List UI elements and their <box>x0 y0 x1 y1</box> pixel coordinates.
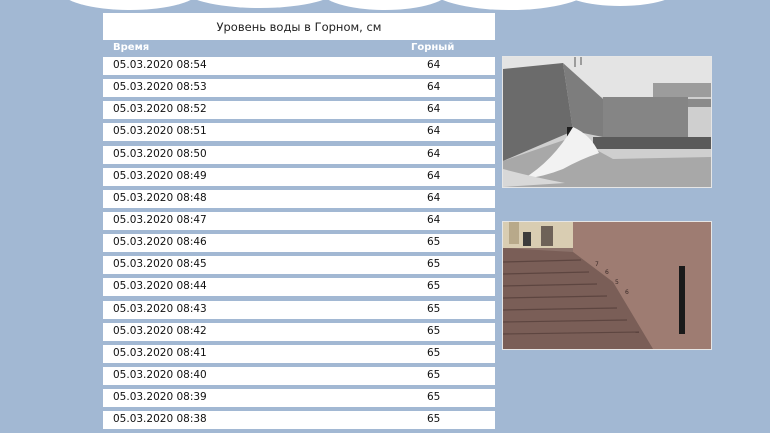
table-row: 05.03.2020 08:41 65 <box>103 344 495 363</box>
cloud-decoration <box>0 0 770 12</box>
table-row: 05.03.2020 08:49 64 <box>103 167 495 186</box>
cell-time: 05.03.2020 08:51 <box>113 125 207 138</box>
cell-time: 05.03.2020 08:54 <box>113 59 207 71</box>
svg-text:6: 6 <box>605 269 609 276</box>
cell-level: 65 <box>427 280 441 293</box>
cell-level: 65 <box>427 413 441 426</box>
cell-level: 64 <box>427 81 441 94</box>
table-row: 05.03.2020 08:43 65 <box>103 300 495 319</box>
cell-level: 65 <box>427 236 441 249</box>
table-title: Уровень воды в Горном, см <box>103 13 495 40</box>
cell-level: 64 <box>427 169 441 182</box>
embankment-photo-steps-image: 7 6 5 6 <box>503 222 711 349</box>
cell-time: 05.03.2020 08:49 <box>113 169 207 182</box>
cell-level: 64 <box>427 213 441 226</box>
table-row: 05.03.2020 08:40 65 <box>103 366 495 385</box>
cell-level: 64 <box>427 125 441 138</box>
column-header-level: Горный <box>411 42 455 53</box>
table-row: 05.03.2020 08:46 65 <box>103 234 495 253</box>
cell-time: 05.03.2020 08:46 <box>113 236 207 249</box>
table-body: 05.03.2020 08:54 64 05.03.2020 08:53 64 05.0… <box>103 57 495 433</box>
table-row: 05.03.2020 08:48 64 <box>103 189 495 208</box>
svg-text:5: 5 <box>615 279 619 286</box>
cell-time: 05.03.2020 08:50 <box>113 147 207 160</box>
cell-time: 05.03.2020 08:48 <box>113 191 207 204</box>
table-header: Время Горный <box>103 41 495 55</box>
table-row: 05.03.2020 08:42 65 <box>103 322 495 341</box>
svg-text:7: 7 <box>595 261 599 268</box>
cell-time: 05.03.2020 08:52 <box>113 103 207 116</box>
table-row: 05.03.2020 08:45 65 <box>103 256 495 275</box>
table-row: 05.03.2020 08:52 64 <box>103 101 495 120</box>
table-row: 05.03.2020 08:47 64 <box>103 211 495 230</box>
embankment-photo-steps: 7 6 5 6 <box>502 221 712 350</box>
embankment-photo-wave-image <box>503 57 711 187</box>
column-header-time: Время <box>113 42 150 53</box>
cell-level: 64 <box>427 59 441 71</box>
table-row: 05.03.2020 08:51 64 <box>103 123 495 142</box>
cell-level: 65 <box>427 368 441 381</box>
cell-level: 65 <box>427 391 441 404</box>
table-row: 05.03.2020 08:53 64 <box>103 79 495 98</box>
table-row: 05.03.2020 08:54 64 <box>103 57 495 75</box>
cell-level: 65 <box>427 324 441 337</box>
cell-level: 64 <box>427 147 441 160</box>
cell-time: 05.03.2020 08:53 <box>113 81 207 94</box>
cell-level: 65 <box>427 346 441 359</box>
cell-level: 64 <box>427 103 441 116</box>
embankment-photo-wave <box>502 56 712 188</box>
cell-time: 05.03.2020 08:43 <box>113 302 207 315</box>
cell-time: 05.03.2020 08:41 <box>113 346 207 359</box>
cell-time: 05.03.2020 08:47 <box>113 213 207 226</box>
cell-time: 05.03.2020 08:40 <box>113 368 207 381</box>
table-row: 05.03.2020 08:39 65 <box>103 389 495 408</box>
cell-time: 05.03.2020 08:38 <box>113 413 207 426</box>
cell-time: 05.03.2020 08:44 <box>113 280 207 293</box>
table-row: 05.03.2020 08:44 65 <box>103 278 495 297</box>
cell-level: 65 <box>427 258 441 271</box>
table-row: 05.03.2020 08:38 65 <box>103 411 495 430</box>
cell-level: 64 <box>427 191 441 204</box>
cell-level: 65 <box>427 302 441 315</box>
cell-time: 05.03.2020 08:45 <box>113 258 207 271</box>
table-row: 05.03.2020 08:50 64 <box>103 145 495 164</box>
cell-time: 05.03.2020 08:42 <box>113 324 207 337</box>
svg-text:6: 6 <box>625 289 629 296</box>
cell-time: 05.03.2020 08:39 <box>113 391 207 404</box>
table-title-text: Уровень воды в Горном, см <box>216 19 382 34</box>
